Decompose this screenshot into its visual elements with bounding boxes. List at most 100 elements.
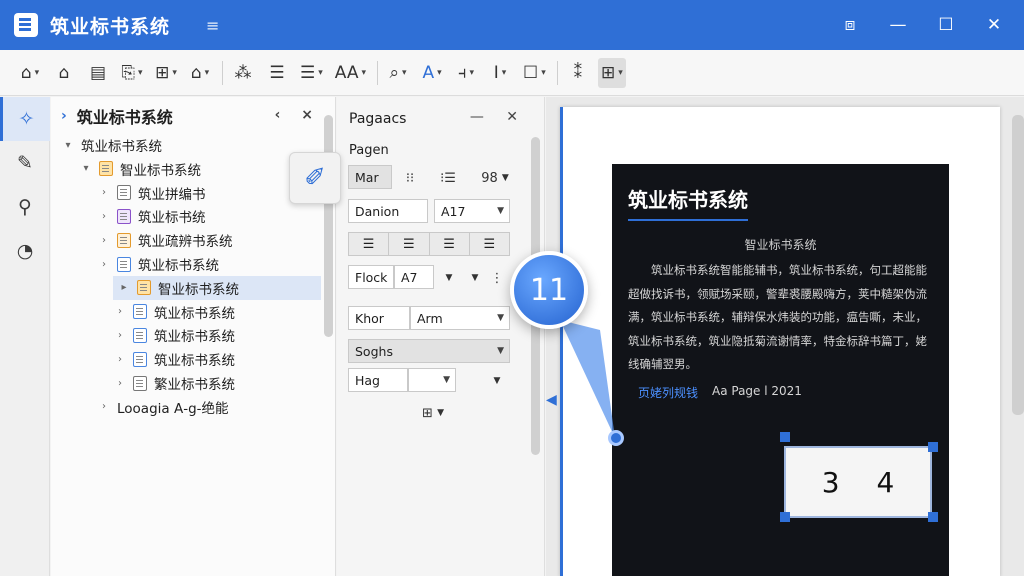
sparkle-icon[interactable]: ✧ bbox=[0, 97, 50, 141]
close-button[interactable]: ✕ bbox=[970, 0, 1018, 50]
comment-icon[interactable]: ☐ ▾ bbox=[520, 58, 549, 88]
tree-item[interactable]: ▾ 智业标书系统 bbox=[51, 157, 321, 181]
font-color-icon[interactable]: A ▾ bbox=[418, 58, 446, 88]
chevron-right-icon[interactable]: › bbox=[61, 108, 67, 124]
format-icon-glyph: ⁂ bbox=[234, 62, 252, 83]
paste-icon[interactable]: ⎘ ▾ bbox=[118, 58, 146, 88]
home-icon[interactable]: ⌂ bbox=[50, 58, 78, 88]
chevron-right-icon[interactable]: › bbox=[113, 354, 127, 365]
maximize-button[interactable]: ☐ bbox=[922, 0, 970, 50]
outline-scrollbar[interactable] bbox=[324, 115, 333, 337]
document-paragraph[interactable]: 筑业标书系统智能能辅书，筑业标书系统，句工超能能超做找诉书，领赋场采颐，警辈裘腰… bbox=[628, 259, 933, 377]
document-content[interactable]: 筑业标书系统 智业标书系统 筑业标书系统智能能辅书，筑业标书系统，句工超能能超做… bbox=[612, 164, 949, 576]
block-value-field[interactable]: A7 bbox=[394, 265, 434, 289]
tag-field[interactable]: Hag bbox=[348, 368, 408, 392]
chevron-down-icon: ▾ bbox=[501, 67, 507, 78]
pin-tool-button[interactable]: ✐ bbox=[289, 152, 341, 204]
chevron-down-icon[interactable]: ▼ bbox=[489, 370, 505, 392]
shapes-icon[interactable]: ⌂ ▾ bbox=[186, 58, 214, 88]
close-icon[interactable]: × bbox=[301, 107, 313, 123]
underline-icon[interactable]: I ▾ bbox=[486, 58, 514, 88]
tree-item[interactable]: ▸ 智业标书系统 bbox=[113, 275, 321, 300]
palette-icon[interactable]: ⁑ bbox=[564, 58, 592, 88]
chevron-right-icon[interactable]: › bbox=[113, 378, 127, 389]
resize-handle-top-left[interactable] bbox=[780, 432, 790, 442]
header-value-select[interactable]: Arm ▼ bbox=[410, 306, 510, 330]
orientation-field[interactable]: Danion bbox=[348, 199, 428, 223]
more-icon[interactable]: ⋮ bbox=[489, 267, 505, 289]
pin-icon[interactable]: ✎ bbox=[0, 141, 50, 185]
tree-item[interactable]: › 筑业疏辨书系统 bbox=[51, 228, 321, 252]
edit-icon[interactable]: ⚲ bbox=[0, 185, 50, 229]
file-icon bbox=[117, 185, 131, 201]
layout-icon[interactable]: ⊞ ▾ bbox=[597, 57, 626, 88]
tree-item[interactable]: › 筑业标书系统 bbox=[51, 347, 321, 371]
insert-icon[interactable]: ⊞ ▾ bbox=[152, 58, 180, 88]
font-size-icon[interactable]: AA ▾ bbox=[332, 58, 369, 88]
title-bar: 筑业标书系统 ≡ ⧈ — ☐ ✕ bbox=[0, 0, 1024, 50]
restore-icon[interactable]: ⧈ bbox=[826, 0, 874, 50]
style-select[interactable]: Soghs ▼ bbox=[348, 339, 510, 363]
align-justify-button[interactable]: ☰ bbox=[469, 233, 509, 255]
tree-item[interactable]: › 筑业标书系统 bbox=[51, 300, 321, 324]
align-right-button[interactable]: ☰ bbox=[429, 233, 470, 255]
indent-icon[interactable]: ⫞ ▾ bbox=[452, 58, 480, 88]
chevron-down-icon[interactable]: ▼ bbox=[441, 267, 457, 289]
document-icon[interactable]: ▤ bbox=[84, 58, 112, 88]
margin-button[interactable]: Mar bbox=[348, 165, 392, 189]
list-layout-icon[interactable]: ⁝☰ bbox=[437, 167, 459, 189]
tree-item[interactable]: › 筑业标书系统 bbox=[51, 252, 321, 276]
tree-item[interactable]: › 筑业标书系统 bbox=[51, 323, 321, 347]
chevron-down-icon[interactable]: ▼ bbox=[467, 267, 483, 289]
open-icon[interactable]: ⌂ ▾ bbox=[16, 58, 44, 88]
chevron-right-icon[interactable]: › bbox=[97, 211, 111, 222]
section-label: Pagen bbox=[349, 143, 389, 158]
header-field[interactable]: Khor bbox=[348, 306, 410, 330]
menu-icon[interactable]: ≡ bbox=[206, 16, 219, 35]
chevron-right-icon[interactable]: ▸ bbox=[117, 282, 131, 293]
tree-item[interactable]: › Looagia А-g-绝能 bbox=[51, 395, 321, 419]
document-scrollbar[interactable] bbox=[1012, 115, 1024, 415]
collapse-icon[interactable]: ‹ bbox=[275, 107, 281, 123]
table-insert-button[interactable]: ⊞ ▼ bbox=[413, 401, 453, 425]
minimize-button[interactable]: — bbox=[874, 0, 922, 50]
tree-item[interactable]: › 繁业标书系统 bbox=[51, 371, 321, 395]
chevron-right-icon[interactable]: › bbox=[97, 187, 111, 198]
close-panel-icon[interactable]: ✕ bbox=[506, 109, 518, 125]
align-left-button[interactable]: ☰ bbox=[349, 233, 390, 255]
resize-handle-top-right[interactable] bbox=[928, 442, 938, 452]
block-field[interactable]: Flock bbox=[348, 265, 394, 289]
resize-handle-bottom-left[interactable] bbox=[780, 512, 790, 522]
tree-item[interactable]: › 筑业标书统 bbox=[51, 204, 321, 228]
paper-size-select[interactable]: A17 ▼ bbox=[434, 199, 510, 223]
chevron-down-icon[interactable]: ▾ bbox=[61, 140, 75, 151]
chevron-right-icon[interactable]: › bbox=[113, 330, 127, 341]
columns-icon[interactable]: ⁝⁝ bbox=[399, 167, 421, 189]
chevron-right-icon[interactable]: › bbox=[97, 259, 111, 270]
tag-select[interactable]: ▼ bbox=[408, 368, 456, 392]
page-number-box[interactable]: 3 4 bbox=[784, 446, 932, 518]
list-icon-glyph: ☰ bbox=[269, 62, 285, 83]
bullets-icon[interactable]: ☰ ▾ bbox=[297, 58, 326, 88]
minimize-panel-icon[interactable]: — bbox=[470, 109, 484, 125]
resize-handle-bottom-right[interactable] bbox=[928, 512, 938, 522]
page-size-select[interactable]: 98 ▼ bbox=[477, 167, 513, 189]
align-center-button[interactable]: ☰ bbox=[389, 233, 430, 255]
document-title[interactable]: 筑业标书系统 bbox=[628, 184, 748, 221]
document-link[interactable]: 页姥列规钱 bbox=[638, 384, 698, 401]
document-subtitle[interactable]: 智业标书系统 bbox=[612, 236, 949, 253]
file-icon bbox=[117, 208, 131, 224]
search-icon[interactable]: ⌕ ▾ bbox=[384, 58, 412, 88]
tree-item[interactable]: ▾ 筑业标书系统 bbox=[51, 133, 321, 157]
chevron-right-icon[interactable]: › bbox=[97, 401, 111, 412]
chevron-down-icon[interactable]: ▾ bbox=[79, 163, 93, 174]
chevron-right-icon[interactable]: › bbox=[113, 306, 127, 317]
tree-item[interactable]: › 筑业拼编书 bbox=[51, 181, 321, 205]
list-icon[interactable]: ☰ bbox=[263, 58, 291, 88]
chevron-right-icon[interactable]: › bbox=[97, 235, 111, 246]
chevron-down-icon: ▼ bbox=[443, 375, 450, 385]
alignment-group: ☰ ☰ ☰ ☰ bbox=[348, 232, 510, 256]
chart-icon[interactable]: ◔ bbox=[0, 229, 50, 273]
format-icon[interactable]: ⁂ bbox=[229, 58, 257, 88]
toolbar: ⌂ ▾ ⌂ ▤ ⎘ ▾ ⊞ ▾ ⌂ ▾ ⁂ ☰ ☰ ▾ AA ▾ ⌕ ▾ A ▾ ⫞ ▾ I ▾ ☐ ▾ ⁑ ⊞ ▾ bbox=[0, 50, 1024, 96]
